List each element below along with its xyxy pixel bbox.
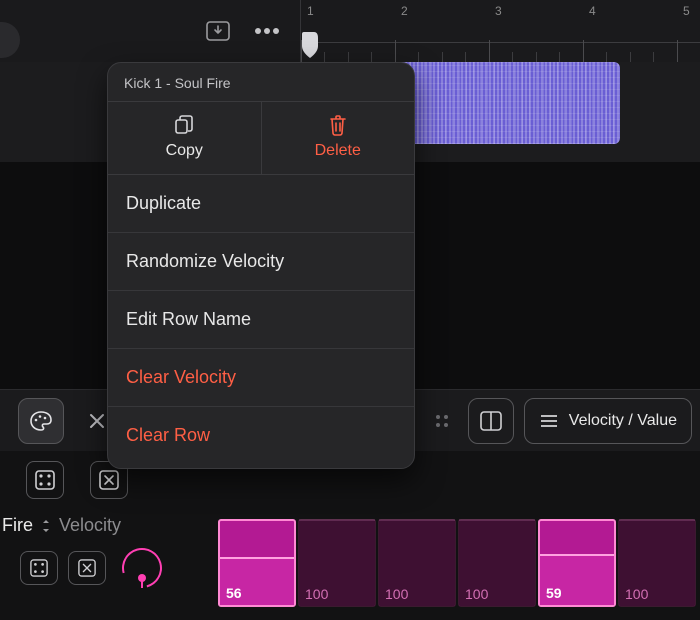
ruler-baseline (301, 42, 700, 43)
ruler-minor-tick (653, 52, 654, 62)
dice-button[interactable] (26, 461, 64, 499)
context-delete-button[interactable]: Delete (261, 102, 415, 174)
step-value-label: 100 (385, 586, 408, 602)
context-menu-title: Kick 1 - Soul Fire (108, 63, 414, 102)
knob-dot-icon (138, 574, 146, 582)
library-download-icon[interactable] (206, 21, 230, 41)
ruler-minor-tick (630, 52, 631, 62)
timeline-ruler[interactable]: 1 2 3 4 5 (300, 0, 700, 62)
step-cell[interactable]: 100 (298, 519, 376, 607)
toolbar-left-group (0, 0, 300, 62)
ruler-tick: 3 (495, 4, 502, 18)
step-value-label: 100 (465, 586, 488, 602)
row-header: Fire Velocity (0, 509, 214, 620)
context-copy-button[interactable]: Copy (108, 102, 261, 174)
step-value-line (619, 519, 695, 521)
ruler-tick: 4 (589, 4, 596, 18)
ruler-major-tick (583, 40, 584, 62)
context-item-edit-row-name[interactable]: Edit Row Name (108, 291, 414, 349)
step-value-line (459, 519, 535, 521)
clear-square-icon (99, 470, 119, 490)
more-icon[interactable] (254, 27, 280, 35)
step-value-label: 100 (305, 586, 328, 602)
ruler-major-tick (395, 40, 396, 62)
ruler-tick: 2 (401, 4, 408, 18)
row-selector-icon[interactable] (41, 519, 51, 533)
row-dice-button[interactable] (20, 551, 58, 585)
context-item-duplicate[interactable]: Duplicate (108, 175, 414, 233)
ruler-minor-tick (418, 52, 419, 62)
parameter-label[interactable]: Velocity (59, 515, 121, 536)
step-value-line (299, 519, 375, 521)
drag-handle[interactable] (436, 415, 450, 427)
trash-icon (328, 114, 348, 136)
copy-icon (173, 114, 195, 136)
step-cell[interactable]: 59 (538, 519, 616, 607)
ruler-major-tick (677, 40, 678, 62)
step-sequencer-panel: Fire Velocity 56 100 100 100 59 100 (0, 509, 700, 620)
track-name[interactable]: Fire (2, 515, 33, 536)
ruler-tick: 5 (683, 4, 690, 18)
step-value-label: 56 (226, 585, 242, 601)
velocity-mode-button[interactable]: Velocity / Value (524, 398, 692, 444)
list-icon (539, 413, 559, 429)
top-toolbar: 1 2 3 4 5 (0, 0, 700, 62)
ruler-major-tick (489, 40, 490, 62)
clear-square-icon (78, 559, 96, 577)
row-clear-button[interactable] (68, 551, 106, 585)
context-item-clear-velocity[interactable]: Clear Velocity (108, 349, 414, 407)
step-value-line (220, 557, 294, 559)
context-menu: Kick 1 - Soul Fire Copy Delete Duplicate… (107, 62, 415, 469)
palette-button[interactable] (18, 398, 64, 444)
context-delete-label: Delete (315, 142, 361, 160)
ruler-tick: 1 (307, 4, 314, 18)
ruler-minor-tick (324, 52, 325, 62)
step-cell[interactable]: 56 (218, 519, 296, 607)
ruler-minor-tick (348, 52, 349, 62)
step-cell[interactable]: 100 (458, 519, 536, 607)
playhead-marker[interactable] (300, 32, 320, 62)
dice-icon (30, 559, 48, 577)
velocity-mode-label: Velocity / Value (569, 412, 677, 430)
dice-icon (35, 470, 55, 490)
context-item-clear-row[interactable]: Clear Row (108, 407, 414, 468)
ruler-minor-tick (606, 52, 607, 62)
context-item-randomize-velocity[interactable]: Randomize Velocity (108, 233, 414, 291)
ruler-minor-tick (512, 52, 513, 62)
velocity-knob[interactable] (122, 548, 162, 588)
step-cells: 56 100 100 100 59 100 (214, 509, 700, 620)
step-cell[interactable]: 100 (618, 519, 696, 607)
step-value-line (540, 554, 614, 556)
ruler-minor-tick (465, 52, 466, 62)
split-columns-icon (480, 411, 502, 431)
ruler-minor-tick (559, 52, 560, 62)
step-value-label: 59 (546, 585, 562, 601)
ruler-minor-tick (536, 52, 537, 62)
close-icon (88, 412, 106, 430)
ruler-minor-tick (442, 52, 443, 62)
step-value-line (379, 519, 455, 521)
ruler-minor-tick (371, 52, 372, 62)
palette-icon (29, 410, 53, 432)
panel-layout-button[interactable] (468, 398, 514, 444)
step-cell[interactable]: 100 (378, 519, 456, 607)
context-copy-label: Copy (166, 142, 203, 160)
step-value-label: 100 (625, 586, 648, 602)
close-panel-button[interactable] (88, 412, 106, 430)
